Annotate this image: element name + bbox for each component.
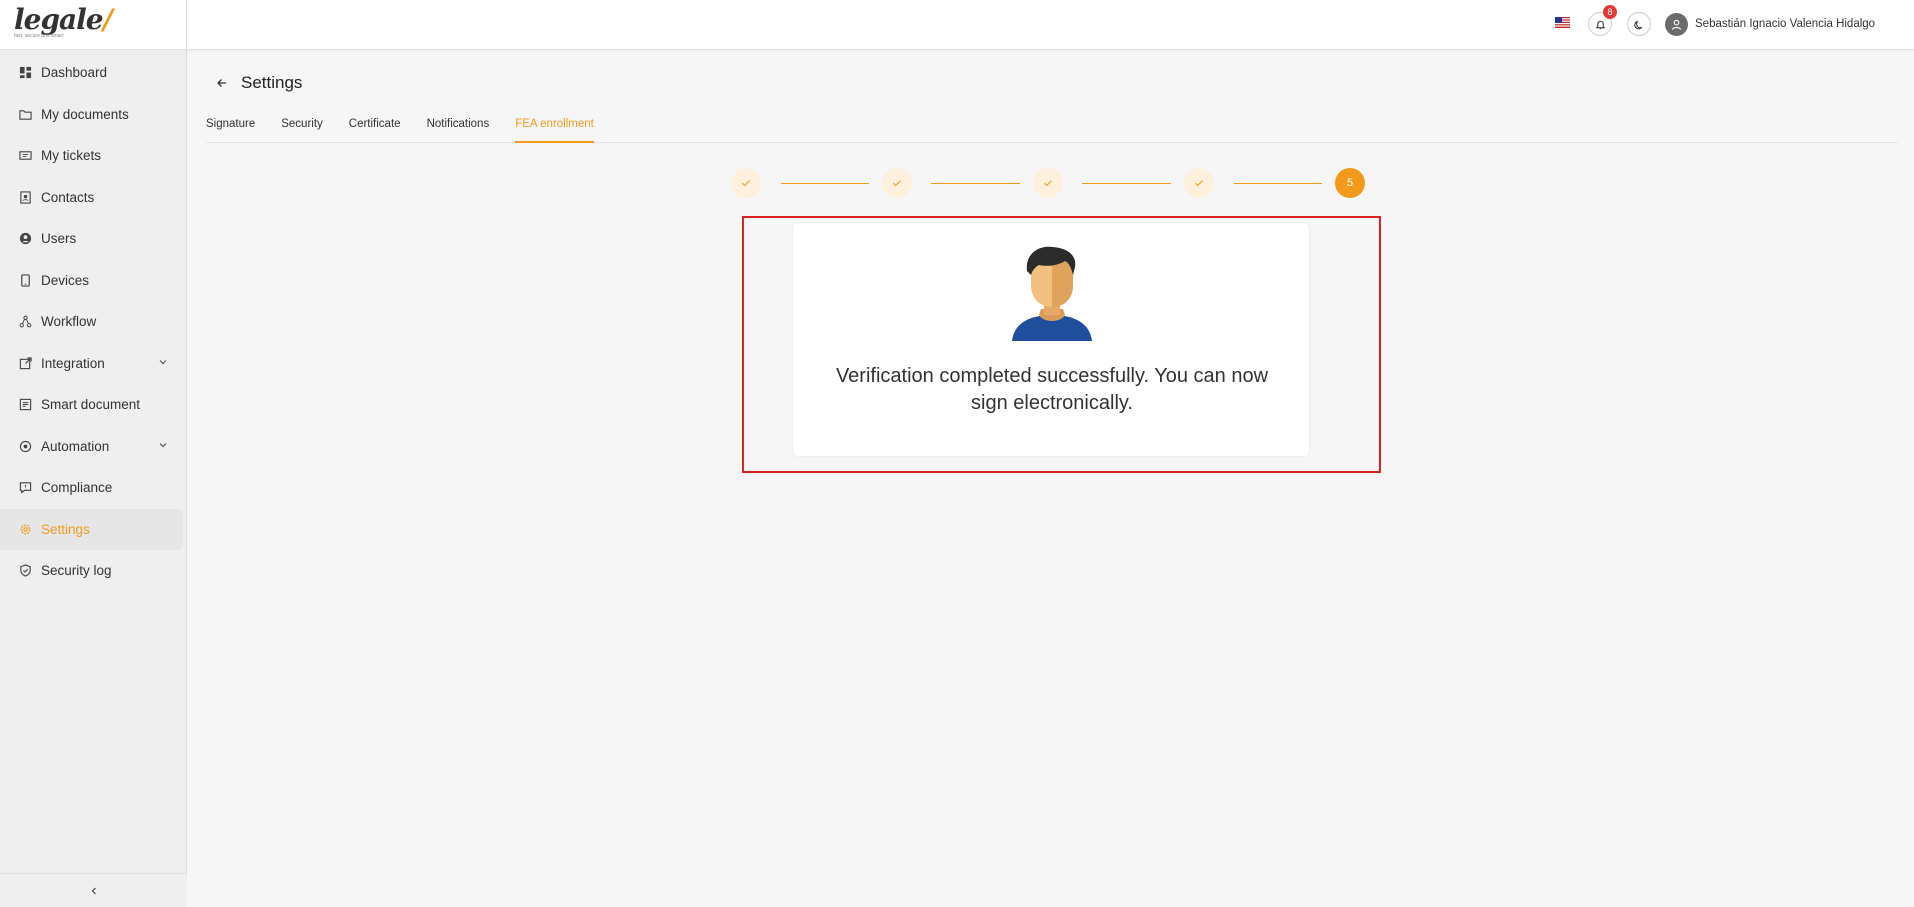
avatar[interactable]	[1665, 13, 1688, 36]
success-message: Verification completed successfully. You…	[835, 365, 1269, 414]
sidebar-item-dashboard[interactable]: Dashboard	[0, 52, 186, 94]
bell-icon	[1595, 20, 1605, 29]
gear-icon	[18, 522, 32, 536]
step-4-complete	[1184, 168, 1214, 198]
user-name[interactable]: Sebastián Ignacio Valencia Hidalgo	[1695, 18, 1875, 30]
smart-document-icon	[18, 398, 32, 412]
page-header: Settings	[215, 73, 302, 93]
user-avatar-icon	[1671, 19, 1682, 30]
sidebar-item-settings[interactable]: Settings	[0, 508, 183, 550]
tab-notifications[interactable]: Notifications	[427, 110, 490, 143]
stepper-connector	[931, 182, 1020, 184]
tab-fea-enrollment[interactable]: FEA enrollment	[515, 110, 594, 143]
sidebar: legale/ fast, secure and smart Dashboard…	[0, 0, 187, 907]
check-icon	[893, 180, 901, 187]
settings-tabs: Signature Security Certificate Notificat…	[206, 110, 1898, 143]
sidebar-item-label: My documents	[41, 106, 129, 122]
sidebar-item-integration[interactable]: Integration	[0, 343, 186, 385]
stepper-connector	[1082, 182, 1171, 184]
notifications-button[interactable]: 8	[1588, 5, 1617, 36]
sidebar-item-my-documents[interactable]: My documents	[0, 94, 186, 136]
check-icon	[1044, 180, 1052, 187]
sidebar-item-label: Users	[41, 231, 77, 247]
chevron-left-icon	[91, 887, 96, 894]
sidebar-item-label: Settings	[41, 521, 90, 537]
sidebar-nav: Dashboard My documents My tickets Contac…	[0, 50, 186, 592]
folder-icon	[18, 107, 32, 121]
sidebar-item-my-tickets[interactable]: My tickets	[0, 135, 186, 177]
stepper-connector	[781, 182, 869, 184]
moon-icon	[1633, 20, 1642, 29]
sidebar-item-label: Integration	[41, 355, 105, 371]
ticket-icon	[18, 149, 32, 163]
tab-certificate[interactable]: Certificate	[349, 110, 401, 143]
sidebar-item-label: Devices	[41, 272, 90, 288]
sidebar-item-smart-document[interactable]: Smart document	[0, 384, 186, 426]
step-2-complete	[882, 168, 912, 198]
check-icon	[1195, 180, 1203, 187]
topbar: 8 Sebastián Ignacio Valencia Hidalgo	[187, 0, 1914, 50]
enrollment-stepper: 5	[731, 168, 1366, 198]
sidebar-item-label: Compliance	[41, 480, 113, 496]
sidebar-item-label: My tickets	[41, 148, 102, 164]
sidebar-item-label: Workflow	[41, 314, 97, 330]
step-5-current: 5	[1335, 168, 1365, 198]
sidebar-item-label: Automation	[41, 438, 110, 454]
device-icon	[18, 273, 32, 287]
sidebar-item-automation[interactable]: Automation	[0, 426, 186, 468]
sidebar-item-devices[interactable]: Devices	[0, 260, 186, 302]
chevron-down-icon[interactable]	[158, 357, 168, 367]
dashboard-icon	[18, 66, 32, 80]
notifications-badge: 8	[1603, 5, 1617, 19]
logo-text: legale	[14, 3, 104, 36]
sidebar-item-workflow[interactable]: Workflow	[0, 301, 186, 343]
integration-icon	[18, 356, 32, 370]
sidebar-item-users[interactable]: Users	[0, 218, 186, 260]
verification-result-card: Verification completed successfully. You…	[792, 222, 1310, 457]
person-avatar-illustration	[1012, 246, 1092, 341]
automation-icon	[18, 439, 32, 453]
back-arrow-icon[interactable]	[215, 76, 229, 90]
compliance-icon	[18, 481, 32, 495]
chevron-down-icon[interactable]	[158, 440, 168, 450]
sidebar-collapse-button[interactable]	[0, 873, 187, 907]
logo-accent: /	[102, 3, 113, 36]
step-3-complete	[1033, 168, 1063, 198]
tab-security[interactable]: Security	[281, 110, 323, 143]
sidebar-item-label: Contacts	[41, 189, 95, 205]
tab-signature[interactable]: Signature	[206, 110, 255, 143]
stepper-connector	[1234, 182, 1322, 184]
sidebar-item-label: Dashboard	[41, 65, 108, 81]
user-icon	[18, 232, 32, 246]
step-1-complete	[731, 168, 761, 198]
us-flag-icon[interactable]	[1555, 17, 1570, 28]
workflow-icon	[18, 315, 32, 329]
shield-icon	[18, 564, 32, 578]
sidebar-item-label: Security log	[41, 563, 112, 579]
check-icon	[742, 180, 750, 187]
page-title: Settings	[241, 73, 303, 92]
sidebar-item-security-log[interactable]: Security log	[0, 550, 186, 592]
sidebar-item-compliance[interactable]: Compliance	[0, 467, 186, 509]
sidebar-item-contacts[interactable]: Contacts	[0, 177, 186, 219]
theme-toggle-button[interactable]	[1627, 12, 1651, 36]
logo[interactable]: legale/ fast, secure and smart	[0, 0, 186, 50]
contacts-icon	[18, 190, 32, 204]
sidebar-item-label: Smart document	[41, 397, 141, 413]
